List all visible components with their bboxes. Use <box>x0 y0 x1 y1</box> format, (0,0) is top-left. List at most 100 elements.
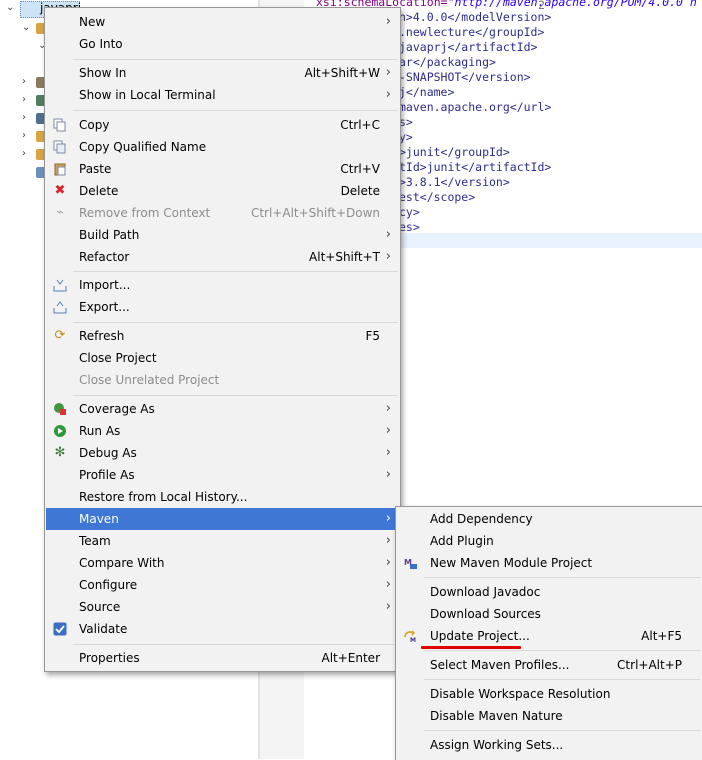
code-line: >junit</groupId> <box>399 145 510 159</box>
menu-item-build-path[interactable]: Build Path › <box>46 224 399 246</box>
chevron-right-icon[interactable]: › <box>22 112 26 123</box>
shortcut-label: Delete <box>340 184 380 198</box>
menu-item-label: Go Into <box>79 37 123 51</box>
menu-item-download-sources[interactable]: Download Sources <box>397 603 701 625</box>
paste-icon <box>53 162 67 176</box>
menu-item-delete[interactable]: ✖ Delete Delete <box>46 180 399 202</box>
menu-item-copy[interactable]: Copy Ctrl+C <box>46 114 399 136</box>
menu-separator <box>73 644 398 645</box>
shortcut-label: Ctrl+Alt+P <box>617 658 682 672</box>
menu-item-label: Coverage As <box>79 402 155 416</box>
menu-item-label: Disable Workspace Resolution <box>430 687 611 701</box>
menu-item-label: Copy <box>79 118 110 132</box>
menu-item-configure[interactable]: Configure › <box>46 574 399 596</box>
menu-item-export[interactable]: Export... <box>46 296 399 318</box>
menu-item-select-maven-profiles[interactable]: Select Maven Profiles... Ctrl+Alt+P <box>397 654 701 676</box>
menu-item-go-into[interactable]: Go Into <box>46 33 399 55</box>
chevron-right-icon[interactable]: › <box>22 76 26 87</box>
menu-item-refactor[interactable]: Refactor Alt+Shift+T › <box>46 246 399 268</box>
chevron-right-icon[interactable]: › <box>22 148 26 159</box>
menu-item-update-project[interactable]: M Update Project... Alt+F5 <box>397 625 701 647</box>
menu-item-maven[interactable]: Maven › <box>46 508 399 530</box>
code-line: -SNAPSHOT</version> <box>399 70 531 84</box>
menu-item-source[interactable]: Source › <box>46 596 399 618</box>
menu-item-team[interactable]: Team › <box>46 530 399 552</box>
code-line: tId>junit</artifactId> <box>399 160 552 174</box>
chevron-down-icon[interactable]: ⌄ <box>6 2 14 13</box>
copy-icon <box>53 118 67 132</box>
shortcut-label: Ctrl+Alt+Shift+Down <box>250 206 380 220</box>
menu-item-add-plugin[interactable]: Add Plugin <box>397 530 701 552</box>
svg-text:M: M <box>410 637 416 643</box>
chevron-right-icon: › <box>385 467 391 482</box>
menu-item-restore-local-history[interactable]: Restore from Local History... <box>46 486 399 508</box>
run-icon <box>53 424 67 438</box>
delete-icon: ✖ <box>54 183 66 198</box>
menu-item-label: Download Sources <box>430 607 541 621</box>
shortcut-label: Alt+Shift+W <box>304 66 381 80</box>
shortcut-label: Ctrl+C <box>340 118 380 132</box>
menu-item-close-unrelated-project[interactable]: Close Unrelated Project <box>46 369 399 391</box>
chevron-right-icon: › <box>385 511 391 526</box>
menu-item-close-project[interactable]: Close Project <box>46 347 399 369</box>
menu-separator <box>424 679 700 680</box>
menu-item-show-in[interactable]: Show In Alt+Shift+W › <box>46 62 399 84</box>
menu-item-download-javadoc[interactable]: Download Javadoc <box>397 581 701 603</box>
menu-separator <box>73 271 398 272</box>
menu-item-run-as[interactable]: Run As › <box>46 420 399 442</box>
export-icon <box>53 300 67 314</box>
menu-item-label: Run As <box>79 424 121 438</box>
chevron-down-icon[interactable]: ⌄ <box>22 22 30 33</box>
code-line: es> <box>399 220 420 234</box>
menu-item-label: Build Path <box>79 228 140 242</box>
chevron-right-icon[interactable]: › <box>22 130 26 141</box>
menu-item-import[interactable]: Import... <box>46 274 399 296</box>
maven-module-icon: M <box>404 556 418 570</box>
menu-item-copy-qualified-name[interactable]: Copy Qualified Name <box>46 136 399 158</box>
chevron-right-icon[interactable]: › <box>22 94 26 105</box>
checkmark-icon <box>53 622 67 636</box>
menu-item-label: Add Plugin <box>430 534 494 548</box>
code-line: javaprj</artifactId> <box>399 40 538 54</box>
menu-item-coverage-as[interactable]: Coverage As › <box>46 398 399 420</box>
menu-item-profile-as[interactable]: Profile As › <box>46 464 399 486</box>
context-menu: New › Go Into Show In Alt+Shift+W › Show… <box>44 7 401 672</box>
menu-item-remove-from-context[interactable]: ⌁ Remove from Context Ctrl+Alt+Shift+Dow… <box>46 202 399 224</box>
menu-item-debug-as[interactable]: ✻ Debug As › <box>46 442 399 464</box>
shortcut-label: F5 <box>365 329 380 343</box>
menu-item-label: Assign Working Sets... <box>430 738 564 752</box>
menu-item-label: Select Maven Profiles... <box>430 658 570 672</box>
maven-submenu: Add Dependency Add Plugin M New Maven Mo… <box>395 506 702 760</box>
coverage-icon <box>53 402 67 416</box>
code-line: y> <box>399 130 413 144</box>
menu-item-add-dependency[interactable]: Add Dependency <box>397 508 701 530</box>
copy-qualified-icon <box>53 140 67 154</box>
chevron-right-icon: › <box>385 599 391 614</box>
menu-item-label: Update Project... <box>430 629 530 643</box>
chevron-right-icon: › <box>385 65 391 80</box>
chevron-right-icon: › <box>385 445 391 460</box>
menu-item-show-in-terminal[interactable]: Show in Local Terminal › <box>46 84 399 106</box>
bug-icon: ✻ <box>54 445 66 460</box>
code-line: maven.apache.org</url> <box>399 100 552 114</box>
menu-item-label: Refresh <box>79 329 125 343</box>
shortcut-label: Alt+Shift+T <box>309 250 380 264</box>
chevron-right-icon: › <box>385 227 391 242</box>
menu-item-new-maven-module[interactable]: M New Maven Module Project <box>397 552 701 574</box>
menu-item-label: Close Project <box>79 351 157 365</box>
code-line: j</name> <box>399 85 455 99</box>
menu-item-new[interactable]: New › <box>46 11 399 33</box>
menu-item-paste[interactable]: Paste Ctrl+V <box>46 158 399 180</box>
annotation-underline <box>421 646 521 649</box>
menu-item-assign-working-sets[interactable]: Assign Working Sets... <box>397 734 701 756</box>
menu-item-disable-workspace-resolution[interactable]: Disable Workspace Resolution <box>397 683 701 705</box>
chevron-right-icon: › <box>385 249 391 264</box>
menu-item-properties[interactable]: Properties Alt+Enter <box>46 647 399 669</box>
chevron-right-icon: › <box>385 14 391 29</box>
menu-item-refresh[interactable]: ⟳ Refresh F5 <box>46 325 399 347</box>
menu-item-disable-maven-nature[interactable]: Disable Maven Nature <box>397 705 701 727</box>
menu-item-label: Copy Qualified Name <box>79 140 207 154</box>
menu-item-label: Properties <box>79 651 140 665</box>
menu-item-compare-with[interactable]: Compare With › <box>46 552 399 574</box>
menu-item-validate[interactable]: Validate <box>46 618 399 640</box>
